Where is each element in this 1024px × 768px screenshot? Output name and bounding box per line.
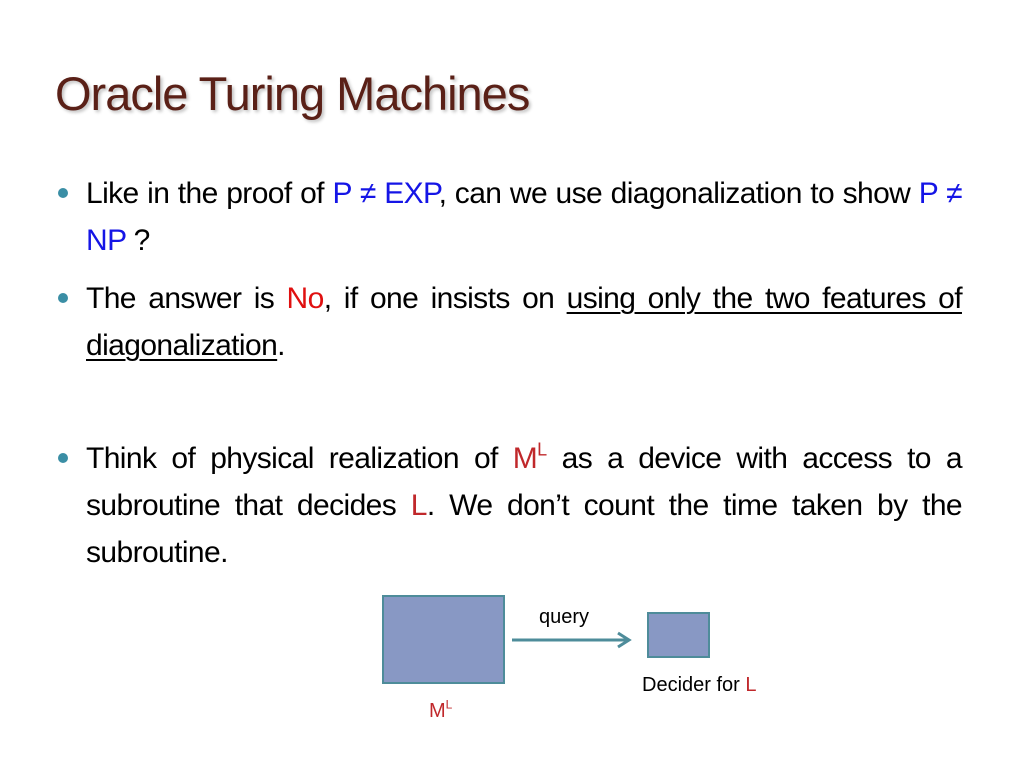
p-neq-exp: P ≠ EXP [332,177,439,210]
bullet-1: Like in the proof of P ≠ EXP, can we use… [86,170,963,264]
machine-label-base: M [429,700,446,722]
decider-language: L [745,674,757,696]
bullet-dot-icon [58,293,68,303]
language-symbol: L [410,489,428,522]
symbol-base: M [512,442,538,475]
query-label: query [539,606,590,628]
bullet-1-text-2: , can we use diagonalization to show [438,177,919,210]
bullet-1-question: ? [125,224,151,257]
bullet-1-text: Like in the proof of [86,177,333,210]
machine-label-superscript: L [445,697,453,712]
bullet-2-period: . [277,329,285,362]
symbol-superscript: L [537,439,547,460]
slide-title: Oracle Turing Machines [55,67,530,120]
bullet-2-text: The answer is [86,282,287,315]
oracle-machine-box [382,595,505,684]
oracle-machine-symbol: ML [512,439,547,475]
bullet-dot-icon [58,188,68,198]
query-arrow-icon [512,631,632,649]
bullet-3-text: Think of physical realization of [86,442,513,475]
decider-label: Decider for L [642,674,757,697]
decider-label-text: Decider for [642,674,746,696]
bullet-2-text-2: , if one insists on [323,282,567,315]
bullet-dot-icon [58,453,68,463]
decider-box [647,612,710,658]
bullet-2: The answer is No, if one insists on usin… [86,275,963,369]
bullet-3: Think of physical realization of ML as a… [86,435,963,576]
oracle-machine-label: ML [429,697,453,723]
answer-no: No [286,282,325,315]
